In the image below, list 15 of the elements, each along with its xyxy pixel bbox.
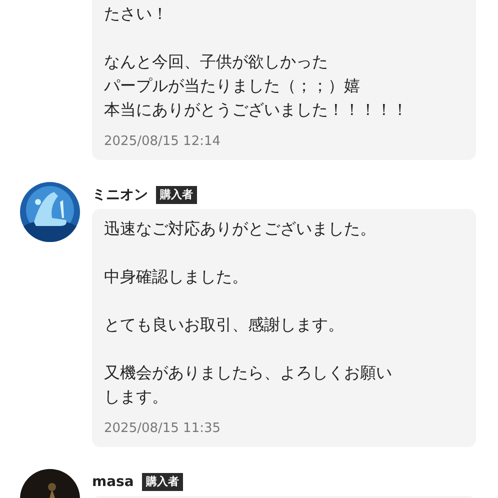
timestamp: 2025/08/15 11:35 <box>104 420 222 438</box>
comment-text: 本当にありがとうございました！！！！！ <box>104 99 409 121</box>
comment-text: 迅速なご対応ありがとございました。 <box>104 218 377 240</box>
comment-text: 又機会がありましたら、よろしくお願い <box>104 362 393 384</box>
buyer-badge: 購入者 <box>156 186 197 204</box>
comment-text: なんと今回、子供が欲しかった <box>104 51 329 73</box>
buyer-badge: 購入者 <box>142 472 183 490</box>
user-name: masa <box>92 474 134 490</box>
comment-text: 中身確認しました。 <box>104 266 249 288</box>
timestamp: 2025/08/15 12:14 <box>104 133 222 151</box>
comment-text: たさい！ <box>104 3 169 25</box>
comment-text: します。 <box>104 386 169 408</box>
comment-text: パープルが当たりました（；；）嬉 <box>104 75 361 97</box>
comment-text: とても良いお取引、感謝します。 <box>104 314 345 336</box>
user-name: ミニオン <box>92 186 148 204</box>
